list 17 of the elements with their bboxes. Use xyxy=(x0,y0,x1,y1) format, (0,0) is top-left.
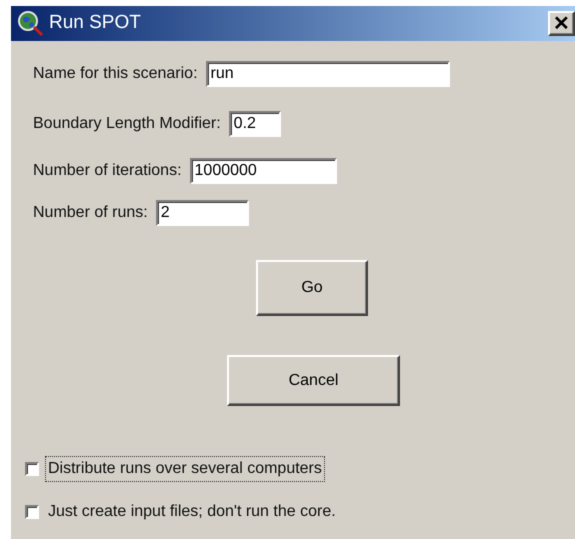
checkbox[interactable] xyxy=(25,505,39,519)
globe-magnifier-icon xyxy=(17,10,45,38)
window-title: Run SPOT xyxy=(49,11,141,36)
field-label: Boundary Length Modifier: xyxy=(33,114,221,134)
field-label: Number of iterations: xyxy=(33,161,182,181)
input-field[interactable]: run xyxy=(206,61,450,87)
checkbox[interactable] xyxy=(25,462,39,476)
go-button[interactable]: Go xyxy=(256,260,368,316)
checkbox-label[interactable]: Just create input files; don't run the core. xyxy=(45,499,339,525)
input-field[interactable]: 0.2 xyxy=(228,111,281,137)
input-field[interactable]: 1000000 xyxy=(190,158,337,184)
input-field[interactable]: 2 xyxy=(156,200,249,226)
cancel-button[interactable]: Cancel xyxy=(227,355,400,406)
field-label: Name for this scenario: xyxy=(33,64,198,84)
checkbox-label[interactable]: Distribute runs over several computers xyxy=(45,456,325,482)
field-label: Number of runs: xyxy=(33,203,148,223)
close-button[interactable]: ✕ xyxy=(548,11,575,36)
